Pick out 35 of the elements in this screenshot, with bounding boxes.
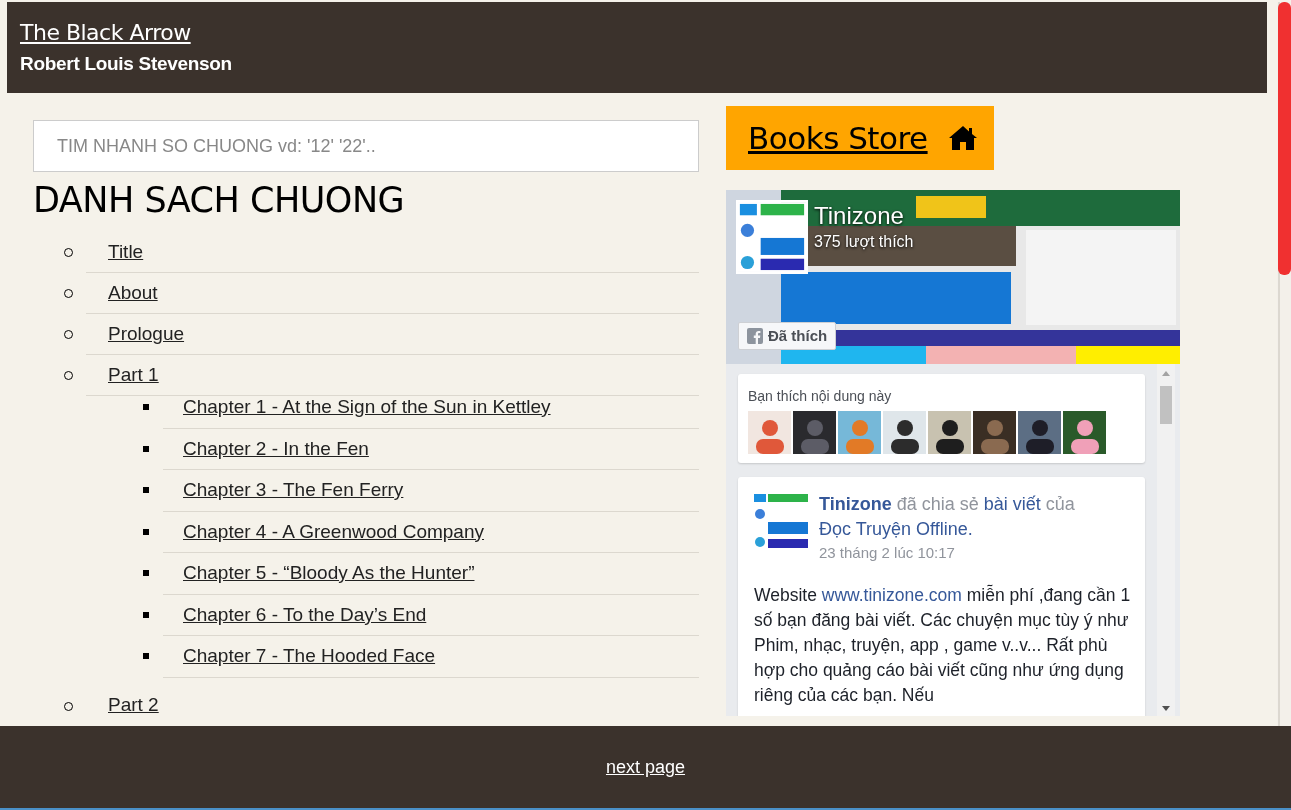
chapter-link[interactable]: Chapter 7 - The Hooded Face (183, 642, 436, 671)
square-bullet-icon (143, 404, 149, 410)
home-icon (947, 125, 978, 151)
square-bullet-icon (143, 611, 149, 618)
post-header-text: Tinizone đã chia sẻ bài viết của Đọc Truyện Offline. (819, 493, 1076, 541)
author-link[interactable]: Tinizone (819, 494, 892, 514)
next-page-link[interactable]: next page (605, 753, 686, 781)
square-bullet-icon (143, 445, 149, 452)
chapter-link[interactable]: About (108, 278, 158, 308)
chapter-link[interactable]: Part 2 (108, 691, 159, 720)
chapter-link[interactable]: Chapter 4 - A Greenwood Company (183, 517, 484, 546)
feed-scrollbar[interactable] (1157, 364, 1175, 716)
author-name: Robert Louis Stevenson (20, 52, 232, 76)
post-body-text: Website www.tinizone.com miễn phí ,đang cần 1 số bạn đăng bài viết. Các chuyện mục tùy ý như Phim, nhạc, truyện, app , game v..v... Rất phù hợp cho quảng cáo bài viết cũng như ứng dụng riêng của các bạn. Nếu (754, 583, 1132, 707)
website-link[interactable]: www.tinizone.com (821, 584, 962, 605)
book-title-link[interactable]: The Black Arrow (20, 18, 191, 48)
post-link[interactable]: bài viết (983, 494, 1041, 514)
search-field[interactable]: TIM NHANH SO CHUONG vd: '12' '22'.. (33, 120, 699, 172)
friends-heading: Bạn thích nội dung này (748, 387, 892, 406)
post-link[interactable]: Đọc Truyện Offline. (819, 519, 973, 539)
chapter-link[interactable]: Chapter 1 - At the Sign of the Sun in Kettley (183, 393, 551, 422)
square-bullet-icon (143, 528, 149, 535)
chapter-link[interactable]: Chapter 3 - The Fen Ferry (183, 476, 404, 505)
chapter-link[interactable]: Part 1 (108, 360, 159, 390)
chapter-link[interactable]: Title (108, 237, 144, 267)
chapter-link[interactable]: Chapter 2 - In the Fen (183, 434, 369, 463)
square-bullet-icon (143, 653, 149, 659)
books-store-button[interactable]: Books Store (726, 106, 994, 170)
chapter-link[interactable]: Chapter 5 - “Bloody As the Hunter” (183, 559, 475, 588)
square-bullet-icon (143, 487, 149, 493)
square-bullet-icon (143, 570, 149, 576)
list-heading: DANH SACH CHUONG (33, 179, 405, 222)
chapter-link[interactable]: Prologue (108, 319, 185, 349)
chapter-link[interactable]: Chapter 6 - To the Day’s End (183, 600, 427, 629)
page-scrollbar[interactable] (1277, 2, 1291, 726)
